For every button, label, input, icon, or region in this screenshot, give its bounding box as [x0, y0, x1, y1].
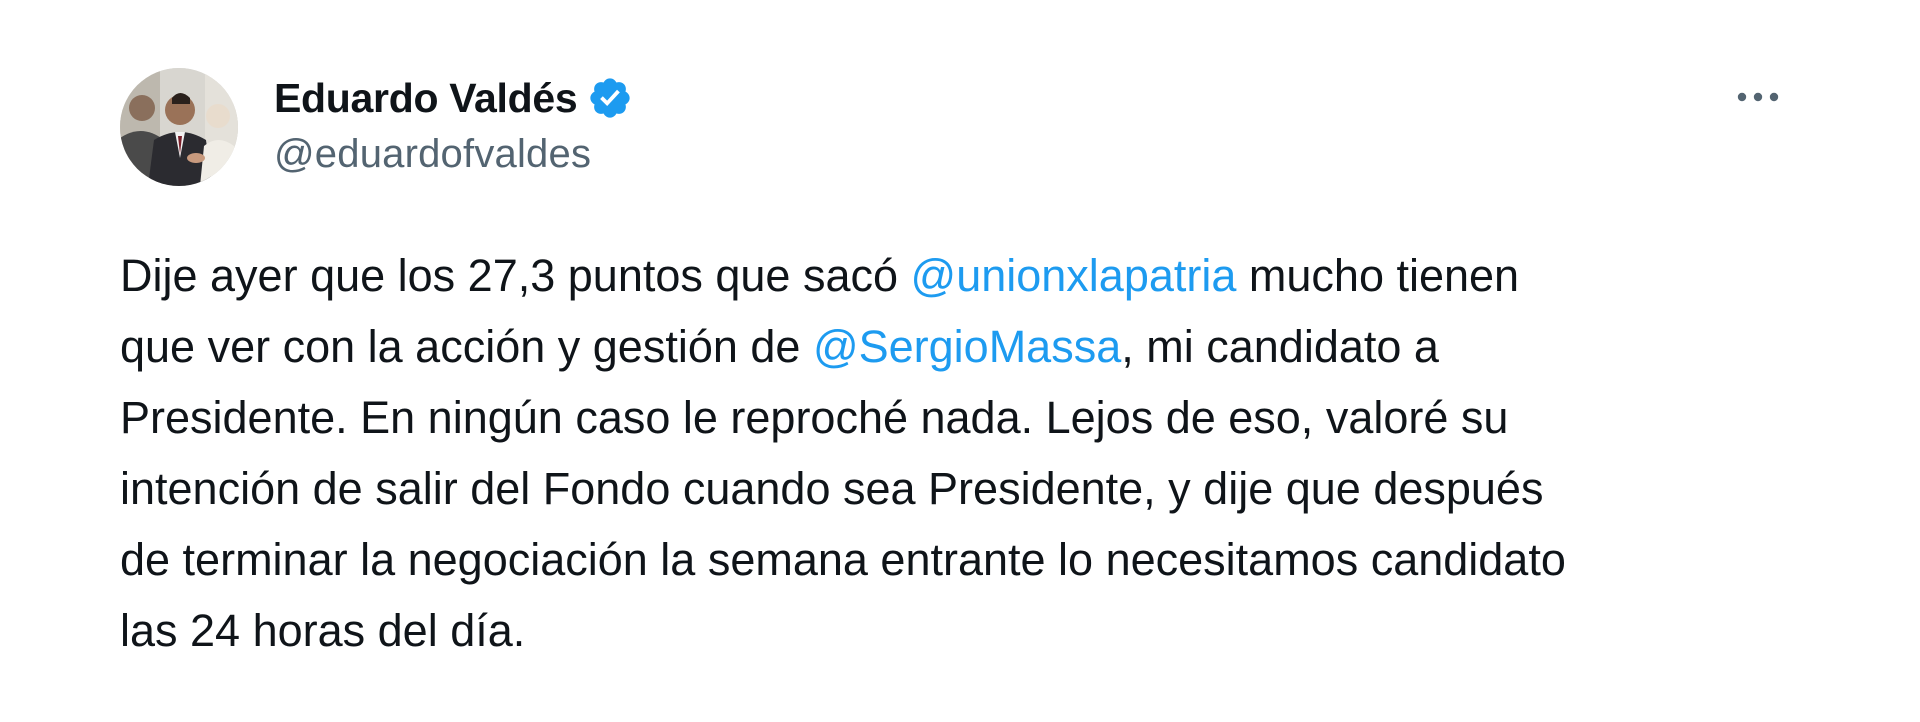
author-display-name[interactable]: Eduardo Valdés	[274, 75, 578, 122]
tweet-text-segment: Dije ayer que los 27,3 puntos que sacó	[120, 250, 911, 301]
avatar-photo	[120, 68, 238, 186]
verified-badge-icon[interactable]	[587, 75, 633, 121]
author-handle[interactable]: @eduardofvaldes	[274, 132, 633, 177]
author-name-row: Eduardo Valdés	[274, 72, 633, 124]
mention-link[interactable]: @unionxlapatria	[911, 250, 1237, 301]
author-info: Eduardo Valdés @eduardofvaldes	[274, 72, 633, 177]
tweet-text: Dije ayer que los 27,3 puntos que sacó @…	[120, 240, 1840, 666]
more-options-icon[interactable]	[1728, 80, 1788, 114]
author-avatar[interactable]	[120, 68, 238, 186]
tweet-card: Eduardo Valdés @eduardofvaldes Dije ayer…	[0, 0, 1920, 722]
mention-link[interactable]: @SergioMassa	[813, 321, 1121, 372]
